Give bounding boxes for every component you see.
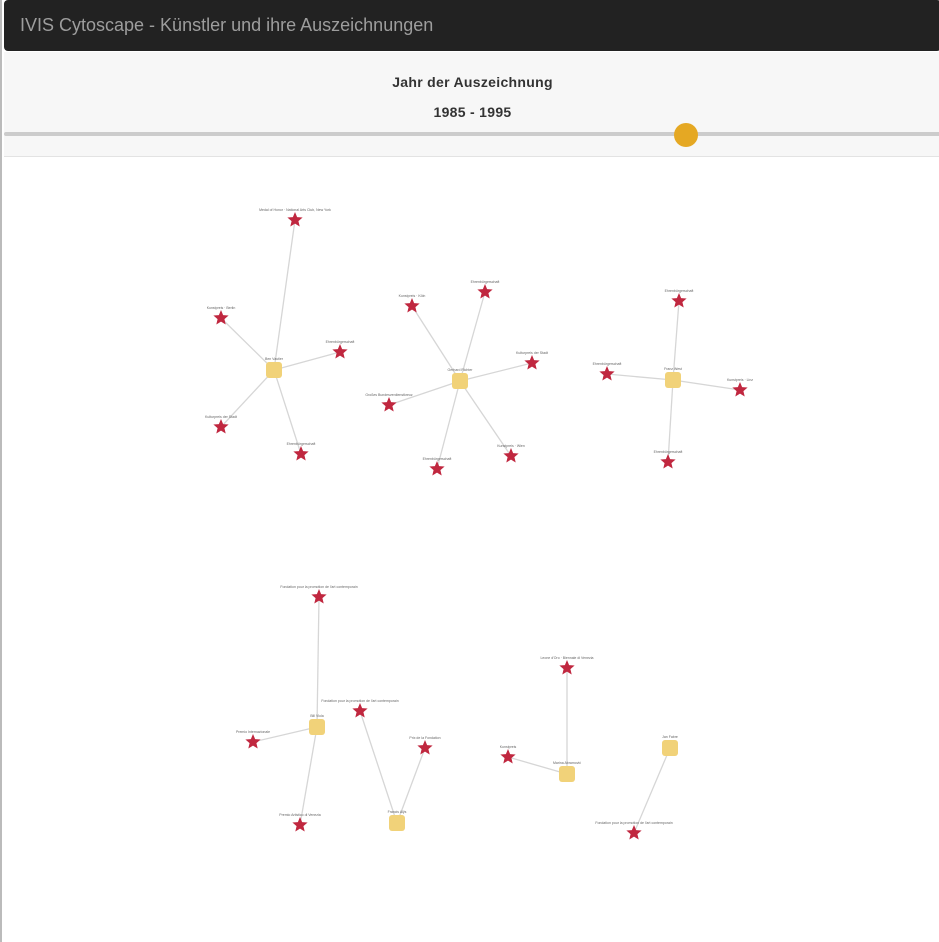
edge-a1-w3 <box>273 351 341 371</box>
edge-a4-w16 <box>316 596 320 728</box>
award-star-icon[interactable] <box>292 817 308 832</box>
artist-node-label: Bill Viola <box>310 714 323 718</box>
artist-node-shape[interactable] <box>452 373 468 389</box>
top-navbar: IVIS Cytoscape - Künstler und ihre Ausze… <box>4 0 939 51</box>
award-star-icon[interactable] <box>352 703 368 718</box>
edge-a4-w18 <box>299 726 318 826</box>
award-node-label: Premio Artistico di Venezia <box>279 813 320 817</box>
award-node[interactable]: Ehrenbürgerschaft <box>326 340 355 359</box>
award-node-label: Leone d'Oro · Biennale di Venezia <box>540 656 593 660</box>
app-title[interactable]: IVIS Cytoscape - Künstler und ihre Ausze… <box>20 15 433 36</box>
award-star-icon[interactable] <box>213 310 229 325</box>
award-star-icon[interactable] <box>332 344 348 359</box>
artist-node[interactable]: Franz West <box>664 367 682 388</box>
award-node[interactable]: Kunstpreis · Berlin <box>207 306 236 325</box>
artist-node-label: Jan Fabre <box>662 735 678 739</box>
network-graph-canvas[interactable]: Ben Vautier Gerhard Richter Franz West Bill… <box>4 158 939 942</box>
artist-node-shape[interactable] <box>266 362 282 378</box>
artist-node[interactable]: Francis Alÿs <box>388 810 407 831</box>
award-node[interactable]: Kunstpreis · Linz <box>727 378 753 397</box>
award-star-icon[interactable] <box>524 355 540 370</box>
award-star-icon[interactable] <box>626 825 642 840</box>
award-node-label: Kunstpreis <box>500 745 517 749</box>
award-node[interactable]: Fondation pour la promotion de l'art con… <box>595 821 673 840</box>
year-slider-track[interactable] <box>4 132 939 136</box>
award-node[interactable]: Ehrenbürgerschaft <box>287 442 316 461</box>
award-node-label: Fondation pour la promotion de l'art con… <box>280 585 357 589</box>
year-slider-handle[interactable] <box>674 123 699 147</box>
year-filter-panel: Jahr der Auszeichnung 1985 - 1995 <box>4 52 939 157</box>
edge-a2-w8 <box>459 362 533 382</box>
award-node-label: Ehrenbürgerschaft <box>654 450 683 454</box>
award-node-label: Ehrenbürgerschaft <box>326 340 355 344</box>
award-node-label: Ehrenbürgerschaft <box>423 457 452 461</box>
filter-range-label: 1985 - 1995 <box>433 104 512 120</box>
award-node-label: Kunstpreis · Köln <box>399 294 426 298</box>
award-node[interactable]: Ehrenbürgerschaft <box>593 362 622 381</box>
artist-node[interactable]: Ben Vautier <box>265 357 284 378</box>
award-node[interactable]: Kunstpreis · Köln <box>399 294 426 313</box>
artist-node-label: Gerhard Richter <box>448 368 474 372</box>
artist-node-label: Ben Vautier <box>265 357 284 361</box>
artist-node-shape[interactable] <box>662 740 678 756</box>
award-node[interactable]: Ehrenbürgerschaft <box>471 280 500 299</box>
artist-node-shape[interactable] <box>309 719 325 735</box>
graph-edges <box>220 219 741 834</box>
award-node-label: Fondation pour la promotion de l'art con… <box>321 699 398 703</box>
artist-node-shape[interactable] <box>665 372 681 388</box>
award-node-label: Ehrenbürgerschaft <box>593 362 622 366</box>
award-star-icon[interactable] <box>599 366 615 381</box>
award-node[interactable]: Kunstpreis · Wien <box>497 444 525 463</box>
award-star-icon[interactable] <box>417 740 433 755</box>
edge-a5-w19 <box>359 710 398 824</box>
award-node-label: Kunstpreis · Linz <box>727 378 753 382</box>
award-node-label: Ehrenbürgerschaft <box>287 442 316 446</box>
award-node[interactable]: Kulturpreis der Stadt <box>516 351 548 370</box>
award-node-label: Kunstpreis · Wien <box>497 444 525 448</box>
artist-node-label: Marina Abramović <box>553 761 581 765</box>
artist-node[interactable]: Jan Fabre <box>662 735 678 756</box>
award-star-icon[interactable] <box>429 461 445 476</box>
graph-nodes: Ben Vautier Gerhard Richter Franz West Bill… <box>205 208 753 840</box>
award-node[interactable]: Großes Bundesverdienstkreuz <box>365 393 413 412</box>
award-node-label: Medal of Honor · National Arts Club, New… <box>259 208 331 212</box>
award-node-label: Kulturpreis der Stadt <box>516 351 548 355</box>
award-node-label: Premio Internazionale <box>236 730 270 734</box>
award-star-icon[interactable] <box>500 749 516 764</box>
award-star-icon[interactable] <box>245 734 261 749</box>
edge-a1-w2 <box>220 317 275 371</box>
artist-node[interactable]: Bill Viola <box>309 714 325 735</box>
edge-a3-w13 <box>606 373 674 381</box>
award-node[interactable]: Ehrenbürgerschaft <box>423 457 452 476</box>
award-node-label: Prix de la Fondation <box>409 736 440 740</box>
award-node[interactable]: Kulturpreis der Stadt <box>205 415 237 434</box>
award-node-label: Kunstpreis · Berlin <box>207 306 236 310</box>
artist-node-label: Francis Alÿs <box>388 810 407 814</box>
award-node-label: Fondation pour la promotion de l'art con… <box>595 821 672 825</box>
award-star-icon[interactable] <box>660 454 676 469</box>
award-node[interactable]: Ehrenbürgerschaft <box>654 450 683 469</box>
award-node[interactable]: Premio Artistico di Venezia <box>279 813 321 832</box>
award-node[interactable]: Fondation pour la promotion de l'art con… <box>321 699 399 718</box>
filter-title: Jahr der Auszeichnung <box>392 74 553 90</box>
award-node[interactable]: Prix de la Fondation <box>409 736 441 755</box>
award-node-label: Ehrenbürgerschaft <box>665 289 694 293</box>
artist-node-shape[interactable] <box>389 815 405 831</box>
award-star-icon[interactable] <box>293 446 309 461</box>
award-star-icon[interactable] <box>381 397 397 412</box>
artist-node-label: Franz West <box>664 367 682 371</box>
edge-a6-w22 <box>507 756 568 775</box>
edge-a1-w1 <box>273 219 296 371</box>
award-node[interactable]: Kunstpreis <box>500 745 517 764</box>
award-node-label: Großes Bundesverdienstkreuz <box>365 393 413 397</box>
award-star-icon[interactable] <box>477 284 493 299</box>
award-node-label: Kulturpreis der Stadt <box>205 415 237 419</box>
award-star-icon[interactable] <box>503 448 519 463</box>
award-star-icon[interactable] <box>404 298 420 313</box>
edge-a2-w11 <box>436 380 461 470</box>
award-star-icon[interactable] <box>732 382 748 397</box>
award-node-label: Ehrenbürgerschaft <box>471 280 500 284</box>
artist-node-shape[interactable] <box>559 766 575 782</box>
